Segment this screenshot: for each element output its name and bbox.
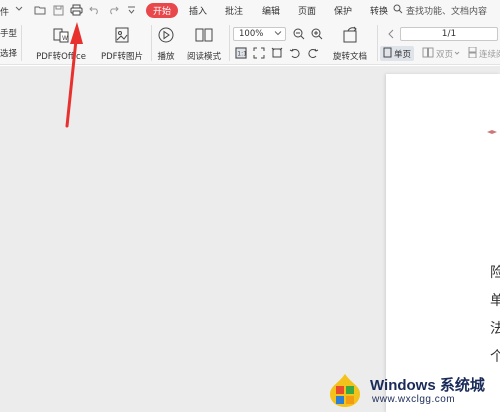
customize-toolbar-icon[interactable]: [124, 3, 138, 17]
double-page-icon: [422, 47, 434, 61]
continuous-icon: [468, 46, 477, 61]
windows-logo-icon: [330, 374, 360, 407]
search-input[interactable]: 查找功能、文档内容: [393, 3, 500, 18]
undo-icon[interactable]: [87, 3, 101, 17]
chevron-left-icon[interactable]: [385, 28, 397, 40]
hand-tool-button[interactable]: 手型: [0, 27, 17, 39]
tab-comment[interactable]: 批注: [225, 4, 243, 17]
search-icon: [393, 4, 403, 17]
document-text-char: 个: [490, 349, 500, 365]
play-icon: [157, 26, 175, 47]
single-page-icon: [383, 47, 392, 61]
pdf-to-office-icon: W: [52, 26, 70, 47]
single-page-button[interactable]: 单页: [380, 46, 415, 61]
redo-icon[interactable]: [106, 3, 120, 17]
watermark-url: www.wxclgg.com: [372, 394, 456, 405]
rotate-document-button[interactable]: 旋转文档: [330, 26, 370, 62]
document-text-char: 单: [490, 293, 500, 309]
rotate-left-icon[interactable]: [289, 47, 301, 59]
zoom-select[interactable]: 100%: [233, 27, 286, 41]
page-number-input[interactable]: 1/1: [400, 27, 498, 41]
image-icon: [113, 26, 131, 47]
double-page-button[interactable]: 双页: [422, 46, 460, 61]
svg-text:1:1: 1:1: [237, 51, 247, 58]
chevron-down-icon: [274, 29, 282, 40]
pdf-to-image-button[interactable]: PDF转图片: [98, 26, 146, 62]
pdf-to-office-button[interactable]: W PDF转Office: [32, 26, 90, 62]
document-text-char: 法: [490, 321, 500, 337]
continuous-read-button[interactable]: 连续阅: [468, 46, 500, 61]
document-page: [386, 74, 500, 412]
rotate-document-icon: [340, 26, 360, 47]
divider: [229, 25, 230, 61]
menu-bar: 件 开始 插入 批注 编辑 页面 保护 转换 查找功能、文档内容: [0, 0, 500, 21]
actual-size-icon[interactable]: 1:1: [235, 47, 247, 59]
divider: [151, 25, 152, 61]
divider: [21, 25, 22, 61]
fit-page-icon[interactable]: [253, 47, 265, 59]
divider: [377, 25, 378, 61]
tab-convert[interactable]: 转换: [370, 4, 388, 17]
watermark-title: Windows 系统城: [370, 377, 485, 394]
fit-width-icon[interactable]: [271, 47, 283, 59]
zoom-out-icon[interactable]: [293, 28, 305, 40]
tab-protect[interactable]: 保护: [334, 4, 352, 17]
tab-start[interactable]: 开始: [146, 3, 178, 18]
print-icon[interactable]: [69, 3, 83, 17]
tab-edit[interactable]: 编辑: [262, 4, 280, 17]
svg-text:W: W: [62, 35, 68, 42]
rotate-right-icon[interactable]: [307, 47, 319, 59]
file-menu[interactable]: 件: [0, 5, 9, 18]
read-mode-button[interactable]: 阅读模式: [184, 26, 224, 62]
save-icon[interactable]: [51, 3, 65, 17]
book-icon: [194, 26, 214, 47]
select-tool-button[interactable]: 选择: [0, 47, 17, 59]
chevron-down-icon[interactable]: [14, 2, 24, 16]
chevron-down-icon: [454, 49, 460, 59]
zoom-value: 100%: [239, 29, 264, 39]
bird-decoration-icon: [487, 130, 497, 134]
tab-insert[interactable]: 插入: [189, 4, 207, 17]
tab-page[interactable]: 页面: [298, 4, 316, 17]
page-indicator: 1/1: [441, 29, 457, 39]
zoom-in-icon[interactable]: [311, 28, 323, 40]
search-placeholder: 查找功能、文档内容: [406, 7, 488, 17]
play-button[interactable]: 播放: [155, 26, 177, 62]
document-text-char: 险: [490, 265, 500, 281]
open-folder-icon[interactable]: [33, 3, 47, 17]
